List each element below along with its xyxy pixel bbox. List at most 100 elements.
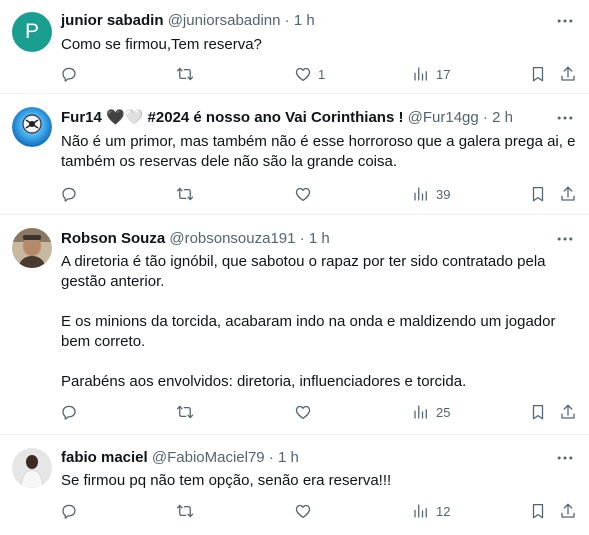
more-icon[interactable] [555, 229, 575, 249]
separator: · [284, 12, 290, 29]
reply-button[interactable] [60, 501, 84, 521]
tweet-text: Não é um primor, mas também não é esse h… [61, 132, 579, 172]
views-count: 25 [436, 404, 451, 420]
author-handle[interactable]: @juniorsabadinn [168, 12, 281, 29]
person-photo-avatar [12, 448, 52, 488]
reply-button[interactable] [60, 64, 84, 84]
bookmark-button[interactable] [529, 501, 547, 521]
retweet-button[interactable] [176, 402, 200, 422]
tweet-text: Como se firmou,Tem reserva? [61, 35, 579, 55]
separator: · [268, 449, 274, 466]
share-button[interactable] [559, 184, 577, 204]
tweet-line: gestão anterior. [61, 273, 165, 290]
views-count: 39 [436, 186, 451, 202]
views-button[interactable]: 17 [412, 64, 450, 84]
timestamp[interactable]: 2 h [492, 109, 513, 126]
retweet-button[interactable] [176, 184, 200, 204]
avatar[interactable] [12, 107, 52, 147]
tweet-text: Se firmou pq não tem opção, senão era re… [61, 471, 579, 491]
tweet-header: fabio maciel @FabioMaciel79 · 1 h [61, 448, 299, 468]
tweet-line: Se firmou pq não tem opção, senão era re… [61, 472, 392, 489]
bookmark-icon [529, 403, 547, 421]
avatar[interactable] [12, 448, 52, 488]
views-button[interactable]: 39 [412, 184, 450, 204]
tweet-line: Não é um primor, mas também não é esse h… [61, 133, 576, 150]
views-icon [412, 403, 430, 421]
tweet[interactable]: P junior sabadin @juniorsabadinn · 1 h C… [0, 0, 589, 94]
heart-icon [294, 502, 312, 520]
action-bar: 39 [58, 184, 583, 204]
action-bar: 1 17 [58, 64, 583, 84]
reply-button[interactable] [60, 402, 84, 422]
avatar[interactable]: P [12, 12, 52, 52]
corinthians-logo-avatar [12, 107, 52, 147]
views-icon [412, 502, 430, 520]
views-button[interactable]: 25 [412, 402, 450, 422]
tweet-line: A diretoria é tão ignóbil, que sabotou o… [61, 253, 546, 270]
share-icon [559, 185, 577, 203]
separator: · [299, 230, 305, 247]
like-button[interactable] [294, 184, 318, 204]
tweet[interactable]: Robson Souza @robsonsouza191 · 1 h A dir… [0, 215, 589, 435]
share-button[interactable] [559, 64, 577, 84]
action-bar: 25 [58, 402, 583, 422]
person-photo-avatar [12, 228, 52, 268]
bookmark-icon [529, 185, 547, 203]
timestamp[interactable]: 1 h [294, 12, 315, 29]
tweet-text: A diretoria é tão ignóbil, que sabotou o… [61, 252, 579, 392]
avatar[interactable] [12, 228, 52, 268]
reply-icon [60, 185, 78, 203]
author-handle[interactable]: @robsonsouza191 [169, 230, 295, 247]
author-handle[interactable]: @FabioMaciel79 [152, 449, 265, 466]
reply-icon [60, 65, 78, 83]
bookmark-button[interactable] [529, 184, 547, 204]
tweet-header: Robson Souza @robsonsouza191 · 1 h [61, 229, 330, 249]
separator: · [482, 109, 488, 126]
author-name[interactable]: fabio maciel [61, 449, 148, 466]
author-name[interactable]: Robson Souza [61, 230, 165, 247]
bookmark-icon [529, 65, 547, 83]
author-handle[interactable]: @Fur14gg [408, 109, 479, 126]
retweet-icon [176, 65, 194, 83]
share-icon [559, 65, 577, 83]
reply-icon [60, 403, 78, 421]
retweet-icon [176, 185, 194, 203]
retweet-button[interactable] [176, 64, 200, 84]
avatar-letter: P [24, 20, 39, 43]
retweet-icon [176, 502, 194, 520]
timestamp[interactable]: 1 h [309, 230, 330, 247]
share-button[interactable] [559, 501, 577, 521]
views-count: 12 [436, 503, 451, 519]
like-button[interactable]: 1 [294, 64, 325, 84]
reply-button[interactable] [60, 184, 84, 204]
share-icon [559, 502, 577, 520]
like-count: 1 [318, 66, 326, 82]
more-icon[interactable] [555, 108, 575, 128]
bookmark-button[interactable] [529, 64, 547, 84]
author-name[interactable]: Fur14 🖤🤍 #2024 é nosso ano Vai Corinthia… [61, 109, 403, 126]
more-icon[interactable] [555, 11, 575, 31]
tweet-line: Parabéns aos envolvidos: diretoria, infl… [61, 373, 467, 390]
bookmark-button[interactable] [529, 402, 547, 422]
tweet-line: E os minions da torcida, acabaram indo n… [61, 313, 556, 330]
more-icon[interactable] [555, 448, 575, 468]
tweet-header: Fur14 🖤🤍 #2024 é nosso ano Vai Corinthia… [61, 108, 513, 128]
tweet-line [61, 352, 579, 372]
reply-icon [60, 502, 78, 520]
like-button[interactable] [294, 501, 318, 521]
timestamp[interactable]: 1 h [278, 449, 299, 466]
views-button[interactable]: 12 [412, 501, 450, 521]
tweet-header: junior sabadin @juniorsabadinn · 1 h [61, 11, 315, 31]
tweet[interactable]: fabio maciel @FabioMaciel79 · 1 h Se fir… [0, 435, 589, 535]
tweet[interactable]: Fur14 🖤🤍 #2024 é nosso ano Vai Corinthia… [0, 94, 589, 215]
tweet-line: Como se firmou,Tem reserva? [61, 36, 262, 53]
like-button[interactable] [294, 402, 318, 422]
heart-icon [294, 65, 312, 83]
tweet-line: também os reservas dele não são la grand… [61, 153, 398, 170]
retweet-button[interactable] [176, 501, 200, 521]
bookmark-icon [529, 502, 547, 520]
retweet-icon [176, 403, 194, 421]
heart-icon [294, 185, 312, 203]
share-button[interactable] [559, 402, 577, 422]
author-name[interactable]: junior sabadin [61, 12, 164, 29]
